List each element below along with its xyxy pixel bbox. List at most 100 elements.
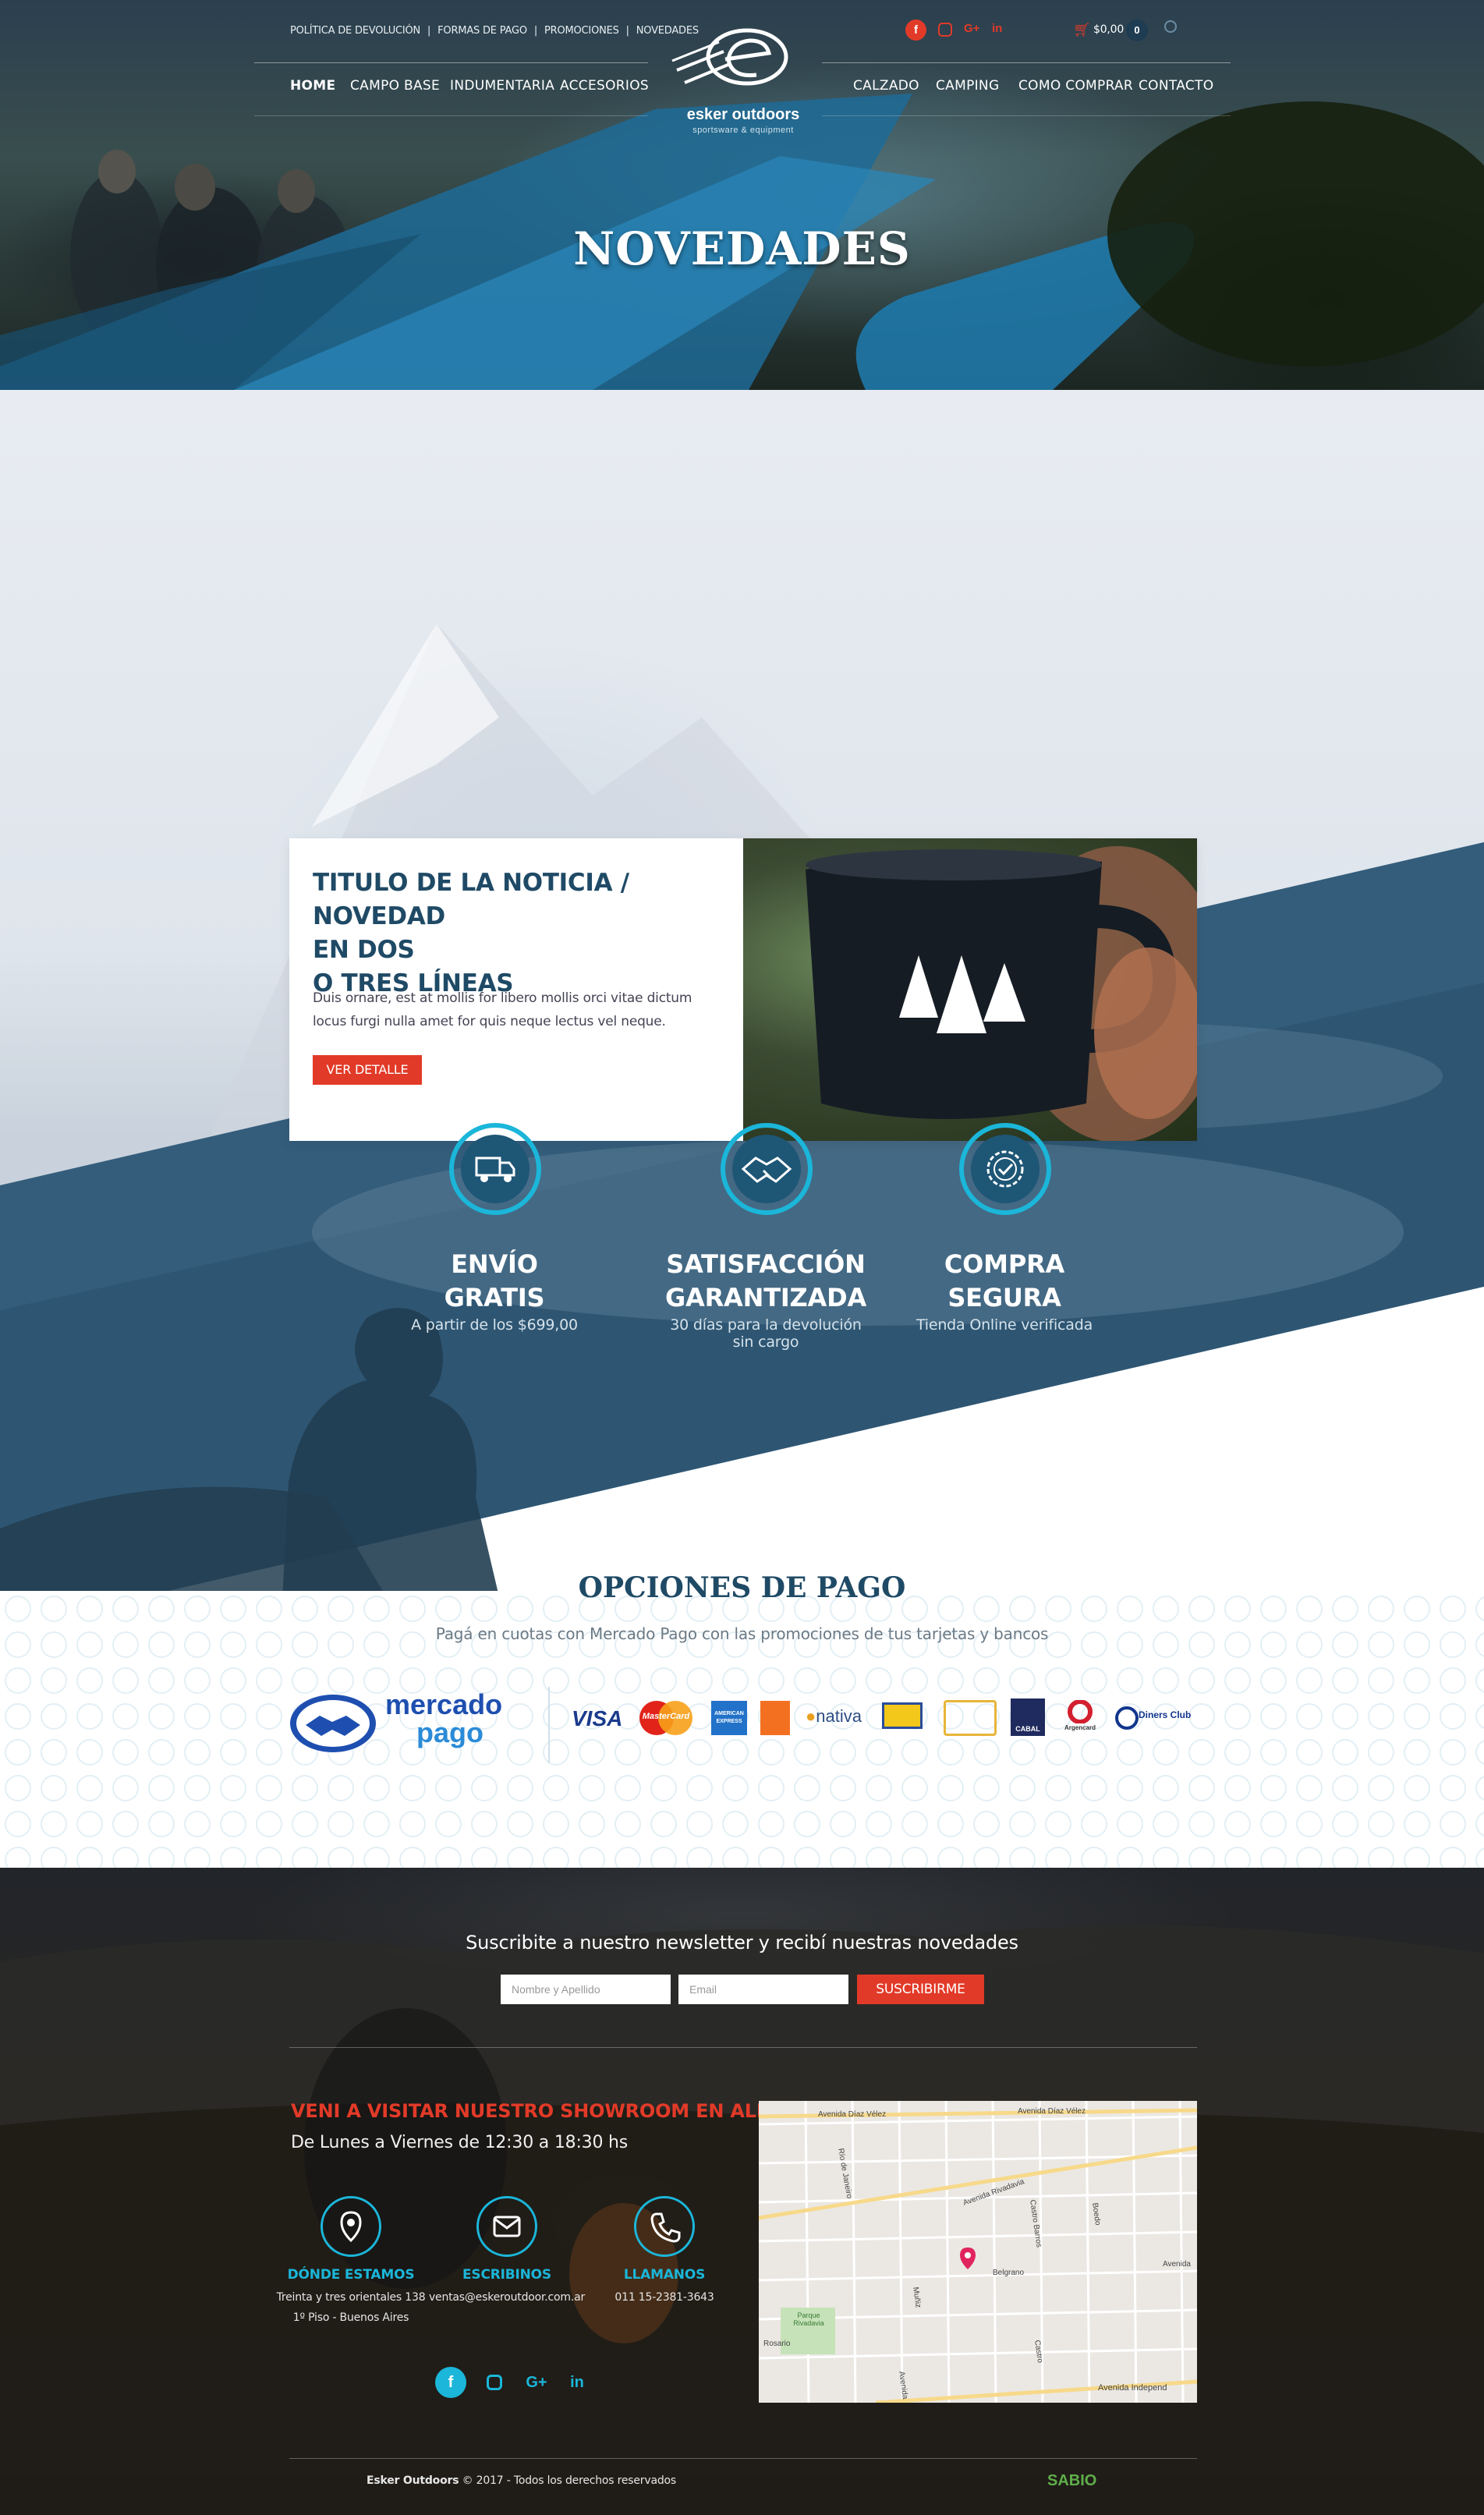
mercado-pago-text: mercado pago	[385, 1691, 502, 1747]
nav-calzado[interactable]: CALZADO	[853, 78, 919, 94]
feature-title-line: GARANTIZADA	[664, 1283, 867, 1312]
map-street-label: Belgrano	[993, 2269, 1025, 2277]
nav-como-comprar[interactable]: COMO COMPRAR	[1018, 78, 1133, 94]
feature-ring	[449, 1123, 541, 1215]
mercado-pago-line: pago	[416, 1716, 483, 1748]
contact-value[interactable]: 011 15-2381-3643	[579, 2287, 750, 2308]
feature-core	[971, 1135, 1040, 1203]
instagram-icon[interactable]	[938, 23, 952, 37]
topbar-link-formas-pago[interactable]: FORMAS DE PAGO	[437, 25, 527, 37]
cordobesa-card-logo	[944, 1700, 997, 1736]
copyright: Esker Outdoors © 2017 - Todos los derech…	[367, 2474, 676, 2487]
location-pin-icon[interactable]	[321, 2196, 381, 2257]
feature-title-line: SATISFACCIÓN	[666, 1249, 866, 1279]
contact-label: DÓNDE ESTAMOS	[287, 2267, 415, 2283]
contact-address-line: 1º Piso - Buenos Aires	[292, 2311, 409, 2324]
subscribe-button[interactable]: SUSCRIBIRME	[857, 1975, 984, 2004]
mercado-pago-line: mercado	[385, 1688, 503, 1720]
map-grid	[759, 2101, 1197, 2403]
nav-home[interactable]: HOME	[290, 78, 335, 94]
hero-header: POLÍTICA DE DEVOLUCIÓN | FORMAS DE PAGO …	[0, 0, 1484, 390]
newsletter-heading: Suscribite a nuestro newsletter y recibí…	[466, 1932, 1018, 1954]
facebook-icon[interactable]: f	[905, 19, 926, 41]
news-title-line: TITULO DE LA NOTICIA / NOVEDAD	[313, 869, 629, 930]
nav-divider-left	[254, 62, 648, 63]
mercado-pago-logo-icon	[289, 1692, 378, 1755]
mastercard-logo: MasterCard	[638, 1700, 694, 1736]
footer-linkedin-icon[interactable]: in	[561, 2367, 593, 2398]
amex-logo: AMERICAN EXPRESS	[711, 1701, 747, 1735]
footer-facebook-icon[interactable]: f	[435, 2367, 466, 2398]
map-graphic	[759, 2101, 1197, 2403]
footer-google-plus-icon[interactable]: G+	[521, 2367, 552, 2398]
feature-ring	[721, 1123, 813, 1215]
newsletter-email-input[interactable]	[678, 1975, 848, 2004]
news-body: Duis ornare, est at mollis for libero mo…	[313, 990, 692, 1029]
visa-logo: VISA	[572, 1706, 623, 1730]
diners-club-logo: Diners Club	[1115, 1705, 1196, 1731]
nav-contacto[interactable]: CONTACTO	[1139, 78, 1213, 94]
feature-subtitle: Tienda Online verificada	[916, 1316, 1093, 1334]
argencard-text: Argencard	[1064, 1724, 1096, 1731]
footer-divider-bottom	[289, 2458, 1197, 2459]
handshake-icon	[741, 1157, 792, 1183]
topbar-link-devolucion[interactable]: POLÍTICA DE DEVOLUCIÓN	[290, 25, 420, 37]
cart-total[interactable]: $0,00	[1093, 23, 1124, 36]
topbar-links: POLÍTICA DE DEVOLUCIÓN | FORMAS DE PAGO …	[290, 25, 699, 37]
nav-accesorios[interactable]: ACCESORIOS	[560, 78, 649, 94]
nav-divider-left-bottom	[254, 115, 648, 116]
footer: Suscribite a nuestro newsletter y recibí…	[0, 1868, 1484, 2515]
feature-subtitle: A partir de los $699,00	[411, 1316, 578, 1334]
payment-divider	[548, 1687, 550, 1763]
search-icon[interactable]	[1164, 20, 1177, 33]
newsletter-name-input[interactable]	[501, 1975, 671, 2004]
brand-tagline: sportsware & equipment	[692, 126, 794, 135]
topbar-separator: |	[625, 25, 629, 37]
argencard-logo: Argencard	[1061, 1699, 1100, 1736]
map-park-label: Parque Rivadavia	[793, 2311, 824, 2327]
nav-divider-right	[822, 62, 1231, 63]
showroom-heading: VENI A VISITAR NUESTRO SHOWROOM EN ALMAG…	[291, 2100, 834, 2122]
nav-campo-base[interactable]: CAMPO BASE	[350, 78, 440, 94]
nav-indumentaria[interactable]: INDUMENTARIA	[450, 78, 554, 94]
nativa-logo: ●nativa	[806, 1706, 862, 1727]
footer-instagram-icon[interactable]	[479, 2367, 510, 2398]
news-image[interactable]	[743, 838, 1197, 1141]
copyright-brand: Esker Outdoors	[367, 2474, 459, 2487]
feature-title: ENVÍO GRATIS	[393, 1248, 596, 1315]
contact-label: LLAMANOS	[623, 2267, 706, 2283]
nav-divider-right-bottom	[822, 115, 1231, 116]
envelope-icon[interactable]	[476, 2196, 537, 2257]
cart-count-badge[interactable]: 0	[1126, 19, 1148, 41]
brand-name: esker outdoors	[686, 106, 800, 123]
feature-title: SATISFACCIÓN GARANTIZADA	[664, 1248, 867, 1315]
nativa-text: nativa	[816, 1706, 862, 1726]
map-street-label: Avenida Díaz Vélez	[818, 2110, 887, 2119]
sabio-credit[interactable]: SABIO	[1047, 2472, 1096, 2490]
contact-label: ESCRIBINOS	[462, 2267, 551, 2283]
cabal-logo: CABAL	[1011, 1699, 1045, 1736]
news-title[interactable]: TITULO DE LA NOTICIA / NOVEDAD EN DOS O …	[313, 866, 726, 1001]
truck-icon	[475, 1157, 515, 1182]
feature-title: COMPRA SEGURA	[903, 1248, 1106, 1315]
nativa-dot: ●	[806, 1706, 816, 1726]
map-street-label: Avenida	[1163, 2260, 1191, 2269]
contact-value[interactable]: ventas@eskeroutdoor.com.ar	[421, 2287, 593, 2308]
google-plus-icon[interactable]: G+	[964, 22, 979, 35]
cart-icon[interactable]: 🛒︎	[1073, 22, 1091, 38]
ver-detalle-button[interactable]: VER DETALLE	[313, 1055, 422, 1085]
topbar-separator: |	[533, 25, 538, 37]
naranja-card-logo	[882, 1702, 923, 1729]
showroom-hours: De Lunes a Viernes de 12:30 a 18:30 hs	[291, 2133, 629, 2152]
map-street-label: Rosario	[763, 2340, 791, 2348]
badge-check-icon	[986, 1150, 1024, 1188]
topbar-link-promociones[interactable]: PROMOCIONES	[544, 25, 619, 37]
phone-icon[interactable]	[634, 2196, 695, 2257]
shopping-card-logo	[760, 1701, 790, 1735]
feature-title-line: COMPRA	[944, 1249, 1065, 1279]
nav-camping[interactable]: CAMPING	[936, 78, 999, 94]
logo[interactable]: esker outdoors sportsware & equipment	[669, 14, 817, 139]
location-map[interactable]: Avenida Díaz Vélez Avenida Díaz Vélez Rí…	[759, 2101, 1197, 2403]
linkedin-icon[interactable]: in	[992, 22, 1002, 35]
map-street-label: Avenida Independ	[1098, 2383, 1167, 2393]
